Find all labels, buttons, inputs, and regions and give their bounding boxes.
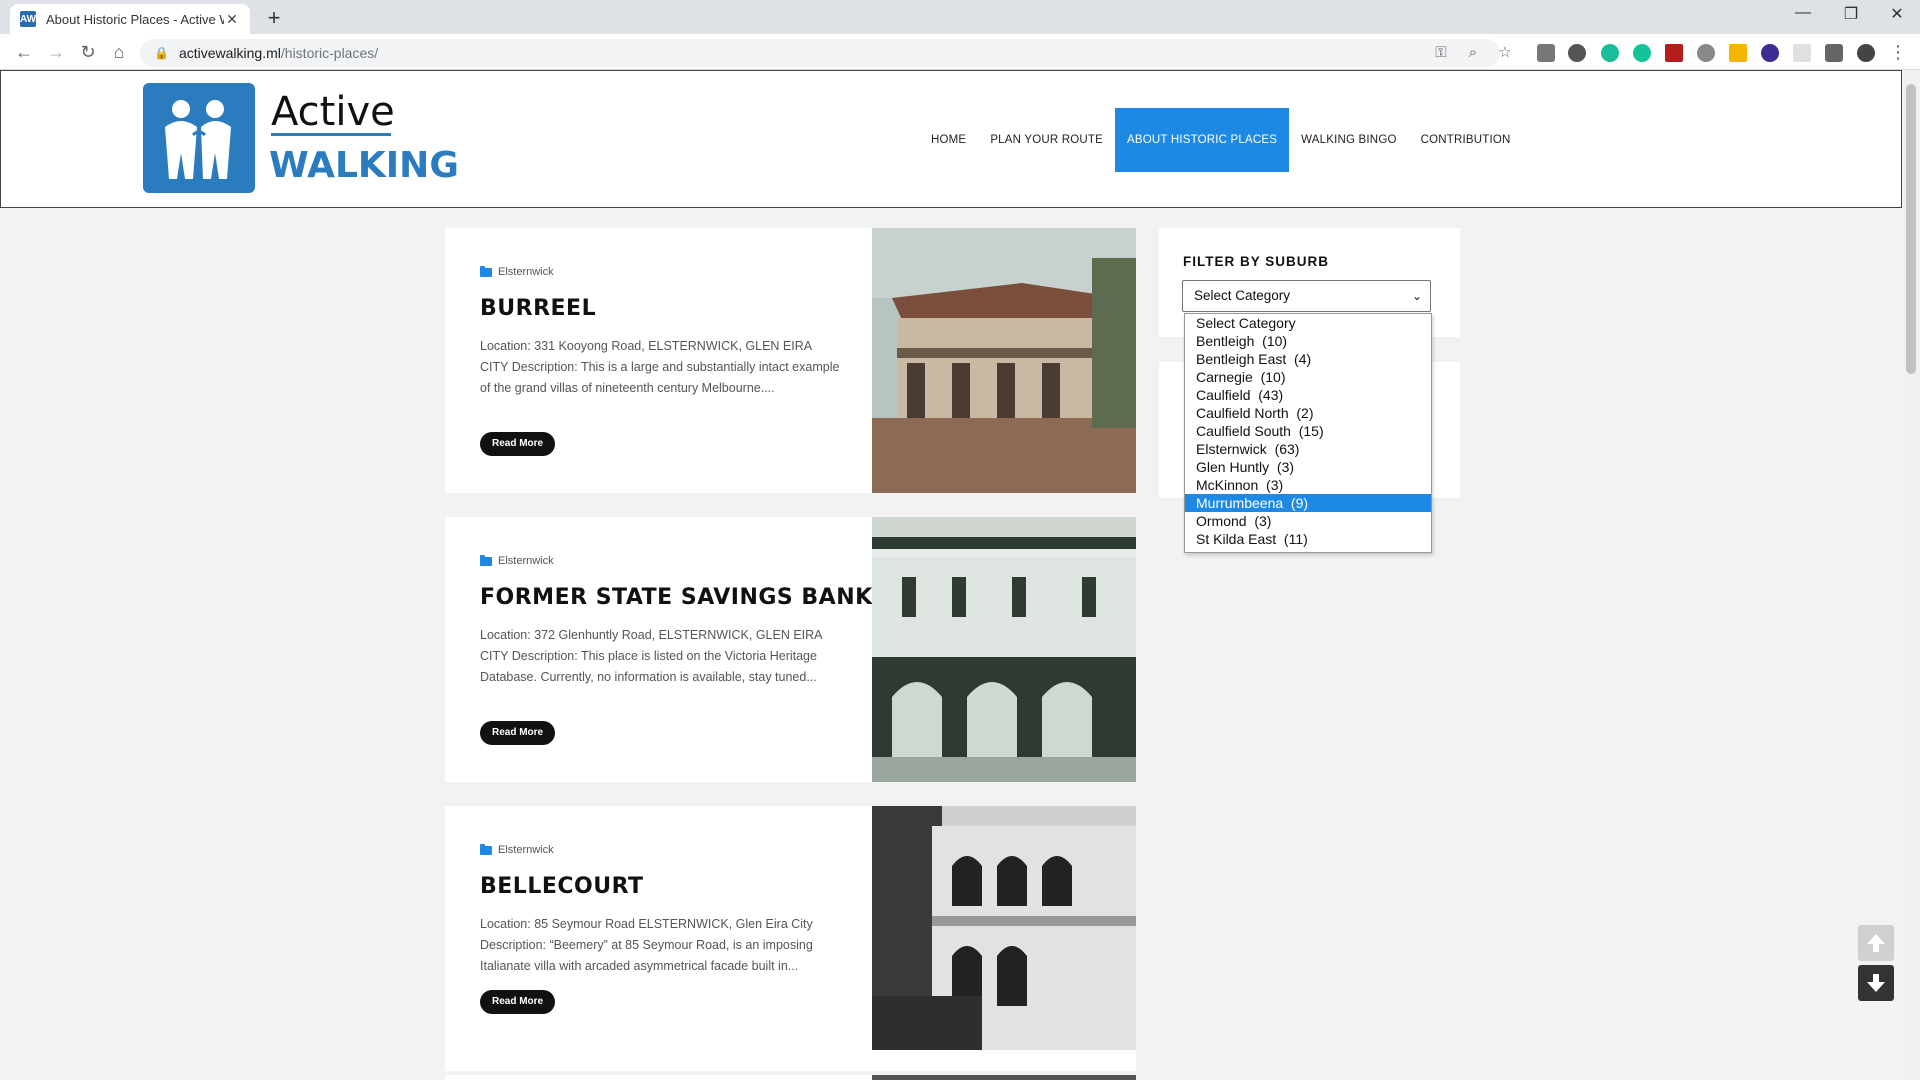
read-more-button[interactable]: Read More bbox=[480, 721, 556, 745]
post-title[interactable]: BURREEL bbox=[480, 296, 596, 321]
dropdown-option[interactable]: Select Category bbox=[1185, 314, 1431, 332]
post-photo[interactable] bbox=[872, 1075, 1136, 1080]
key-icon[interactable]: ⚿ bbox=[1430, 39, 1452, 67]
scrollbar-thumb[interactable] bbox=[1906, 84, 1916, 374]
bulb-extension-icon[interactable] bbox=[1568, 44, 1586, 62]
nav-walking-bingo[interactable]: WALKING BINGO bbox=[1289, 108, 1408, 172]
nav-home[interactable]: HOME bbox=[919, 108, 978, 172]
dropdown-option[interactable]: Caulfield North (2) bbox=[1185, 404, 1431, 422]
restore-button[interactable]: ❐ bbox=[1828, 4, 1874, 24]
url-host: activewalking.ml bbox=[178, 45, 281, 61]
scroll-up-button[interactable] bbox=[1858, 925, 1894, 961]
url-path: /historic-places/ bbox=[280, 45, 379, 61]
nav-contribution[interactable]: CONTRIBUTION bbox=[1409, 108, 1523, 172]
back-arrow-icon[interactable]: ← bbox=[12, 41, 36, 65]
site-favicon-icon: AW bbox=[20, 11, 36, 27]
dropdown-option[interactable]: Caulfield (43) bbox=[1185, 386, 1431, 404]
dropdown-option[interactable]: Bentleigh (10) bbox=[1185, 332, 1431, 350]
filter-title: FILTER BY SUBURB bbox=[1183, 254, 1330, 269]
menu-kebab-icon[interactable]: ⋮ bbox=[1886, 41, 1910, 65]
brand-underline bbox=[271, 133, 391, 136]
post-excerpt: Location: 85 Seymour Road ELSTERNWICK, G… bbox=[480, 917, 813, 973]
dropdown-option[interactable]: McKinnon (3) bbox=[1185, 476, 1431, 494]
shield-extension-icon[interactable] bbox=[1537, 44, 1555, 62]
suburb-select-value: Select Category bbox=[1194, 288, 1291, 303]
tab-title: About Historic Places - Active Wa bbox=[46, 11, 224, 27]
bookmark-star-icon[interactable]: ☆ bbox=[1494, 39, 1516, 67]
brand-text-active: Active bbox=[271, 89, 395, 135]
post-category[interactable]: Elsternwick bbox=[480, 554, 554, 567]
browser-toolbar: ← → ↻ ⌂ 🔒 activewalking.ml/historic-plac… bbox=[0, 34, 1920, 70]
calendar-extension-icon[interactable] bbox=[1793, 44, 1811, 62]
profile-avatar[interactable] bbox=[1857, 44, 1875, 62]
post-card: Elsternwick FORMER STATE SAVINGS BANK Lo… bbox=[445, 517, 1136, 782]
m-extension-icon[interactable] bbox=[1601, 44, 1619, 62]
dropdown-option-highlighted[interactable]: Murrumbeena (9) bbox=[1185, 494, 1431, 512]
zoom-icon[interactable]: ⌕ bbox=[1462, 39, 1484, 67]
read-more-button[interactable]: Read More bbox=[480, 990, 556, 1014]
lock-icon: 🔒 bbox=[154, 46, 169, 60]
extensions-puzzle-icon[interactable] bbox=[1825, 44, 1843, 62]
window-close-button[interactable]: ✕ bbox=[1874, 4, 1920, 24]
page-scrollbar[interactable] bbox=[1902, 70, 1920, 1080]
tab-close-icon[interactable]: ✕ bbox=[224, 11, 240, 28]
dropdown-option[interactable]: Carnegie (10) bbox=[1185, 368, 1431, 386]
post-photo[interactable] bbox=[872, 517, 1136, 782]
cube-extension-icon[interactable] bbox=[1761, 44, 1779, 62]
post-category[interactable]: Elsternwick bbox=[480, 265, 554, 278]
brand-text-walking: WALKING bbox=[269, 145, 459, 186]
address-bar[interactable]: 🔒 activewalking.ml/historic-places/ ⚿ ⌕ … bbox=[140, 39, 1512, 67]
active-walking-logo[interactable] bbox=[143, 83, 255, 193]
post-photo[interactable] bbox=[872, 806, 1136, 1050]
browser-tab-strip: AW About Historic Places - Active Wa ✕ +… bbox=[0, 0, 1920, 34]
post-title[interactable]: FORMER STATE SAVINGS BANK bbox=[480, 585, 873, 610]
dropdown-option[interactable]: Bentleigh East (4) bbox=[1185, 350, 1431, 368]
post-title[interactable]: BELLECOURT bbox=[480, 874, 644, 899]
post-category-label: Elsternwick bbox=[498, 266, 554, 278]
forward-arrow-icon[interactable]: → bbox=[44, 41, 68, 65]
suburb-select[interactable]: Select Category ⌄ bbox=[1182, 280, 1431, 312]
post-excerpt: Location: 372 Glenhuntly Road, ELSTERNWI… bbox=[480, 628, 822, 684]
minimize-button[interactable]: — bbox=[1780, 4, 1826, 22]
post-category-label: Elsternwick bbox=[498, 844, 554, 856]
chevron-down-icon: ⌄ bbox=[1411, 289, 1422, 303]
chat-extension-icon[interactable] bbox=[1697, 44, 1715, 62]
post-category[interactable]: Elsternwick bbox=[480, 843, 554, 856]
new-tab-button[interactable]: + bbox=[262, 5, 286, 31]
dropdown-option[interactable]: Ormond (3) bbox=[1185, 512, 1431, 530]
scroll-down-button[interactable] bbox=[1858, 965, 1894, 1001]
post-card: Elsternwick BELLECOURT Location: 85 Seym… bbox=[445, 806, 1136, 1071]
nav-plan-your-route[interactable]: PLAN YOUR ROUTE bbox=[978, 108, 1115, 172]
browser-tab[interactable]: AW About Historic Places - Active Wa ✕ bbox=[10, 4, 250, 34]
arrow-down-icon bbox=[1867, 974, 1885, 992]
arrow-up-icon bbox=[1867, 934, 1885, 952]
home-icon[interactable]: ⌂ bbox=[107, 41, 131, 65]
dropdown-option[interactable]: Elsternwick (63) bbox=[1185, 440, 1431, 458]
main-nav: HOME PLAN YOUR ROUTE ABOUT HISTORIC PLAC… bbox=[919, 108, 1523, 172]
post-excerpt: Location: 331 Kooyong Road, ELSTERNWICK,… bbox=[480, 339, 840, 395]
dropdown-option[interactable]: Glen Huntly (3) bbox=[1185, 458, 1431, 476]
site-header: Active WALKING HOME PLAN YOUR ROUTE ABOU… bbox=[0, 70, 1902, 208]
post-card bbox=[445, 1075, 1136, 1080]
page-viewport: Active WALKING HOME PLAN YOUR ROUTE ABOU… bbox=[0, 70, 1902, 1080]
post-category-label: Elsternwick bbox=[498, 555, 554, 567]
highlighter-extension-icon[interactable] bbox=[1729, 44, 1747, 62]
folder-icon bbox=[480, 554, 492, 566]
read-more-button[interactable]: Read More bbox=[480, 432, 556, 456]
dropdown-option[interactable]: St Kilda East (11) bbox=[1185, 530, 1431, 548]
pdf-extension-icon[interactable] bbox=[1665, 44, 1683, 62]
post-card: Elsternwick BURREEL Location: 331 Kooyon… bbox=[445, 228, 1136, 493]
grammarly-extension-icon[interactable] bbox=[1633, 44, 1651, 62]
reload-icon[interactable]: ↻ bbox=[76, 41, 100, 65]
folder-icon bbox=[480, 843, 492, 855]
folder-icon bbox=[480, 265, 492, 277]
dropdown-option[interactable]: Caulfield South (15) bbox=[1185, 422, 1431, 440]
post-photo[interactable] bbox=[872, 228, 1136, 493]
suburb-dropdown-list: Select Category Bentleigh (10) Bentleigh… bbox=[1184, 313, 1432, 553]
nav-about-historic-places[interactable]: ABOUT HISTORIC PLACES bbox=[1115, 108, 1290, 172]
